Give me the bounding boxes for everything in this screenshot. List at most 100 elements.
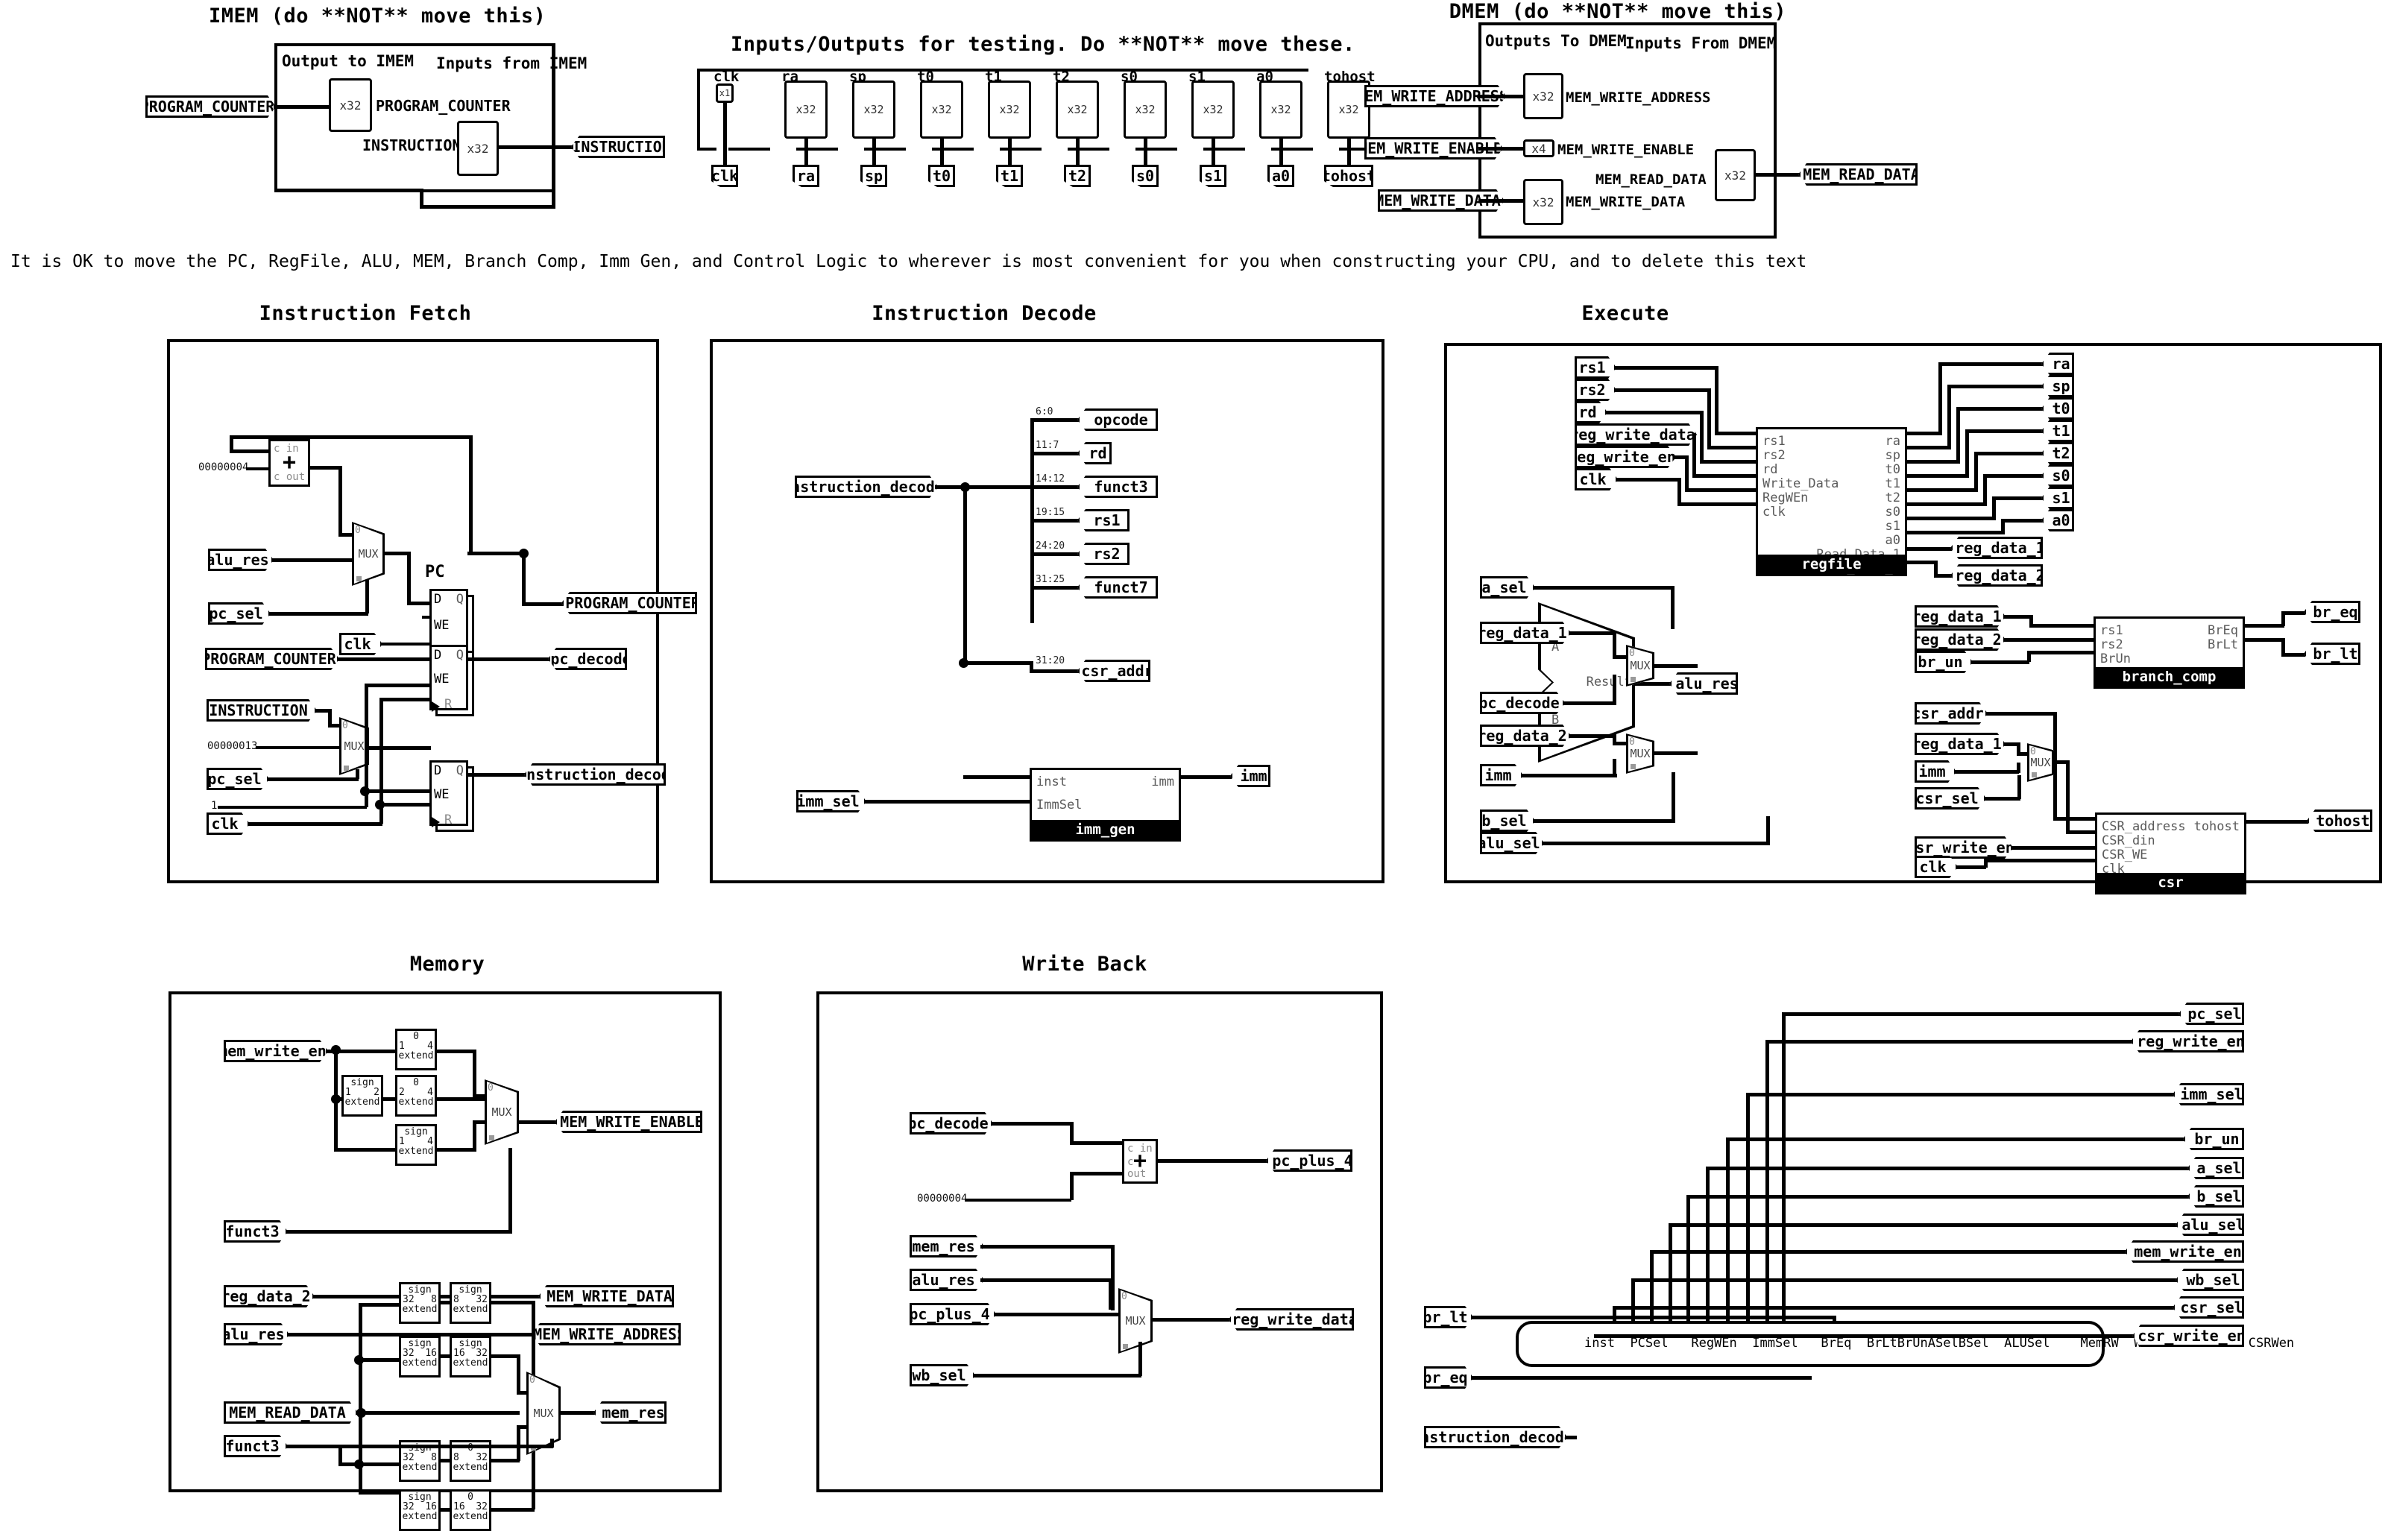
ctrl-out-tag-br_un[interactable]: br_un	[2183, 1128, 2244, 1150]
ctrl-out-tag-mem_write_en[interactable]: mem_write_en	[2125, 1240, 2244, 1263]
ctrl-out-tag-csr_sel[interactable]: csr_sel	[2173, 1296, 2244, 1319]
dmem-read-data-tag[interactable]: MEM_READ_DATA	[1798, 163, 1918, 186]
mem-read-data-tag[interactable]: MEM_READ_DATA	[224, 1401, 358, 1424]
br-lt-tag[interactable]: br_lt	[2304, 643, 2360, 665]
decode-field-tag-funct3[interactable]: funct3	[1077, 476, 1158, 498]
mem-write-en-tag[interactable]: mem_write_en	[224, 1040, 328, 1062]
mem-write-data-out-tag[interactable]: MEM_WRITE_DATA	[538, 1285, 674, 1307]
csr-imm-tag[interactable]: imm	[1915, 760, 1956, 783]
tohost-tag[interactable]: tohost	[2307, 810, 2372, 832]
imem-instruction-tag[interactable]: INSTRUCTION	[571, 136, 665, 158]
regfile-in-tag-rs2[interactable]: rs2	[1575, 379, 1616, 401]
csr-sel-tag[interactable]: csr_sel	[1915, 787, 1986, 810]
b-sel-tag[interactable]: b_sel	[1480, 810, 1535, 832]
fetch-program-counter-out-tag[interactable]: PROGRAM_COUNTER	[561, 592, 697, 614]
exec-imm-tag[interactable]: imm	[1480, 764, 1523, 786]
ctrl-instruction-decode-tag[interactable]: instruction_decode	[1424, 1426, 1567, 1448]
ctrl-br-lt-tag[interactable]: br_lt	[1424, 1306, 1473, 1328]
mem-write-address-out-tag[interactable]: MEM_WRITE_ADDRESS	[532, 1323, 681, 1345]
br-un-tag[interactable]: br_un	[1915, 651, 1973, 673]
ctrl-br-eq-tag[interactable]: br_eq	[1424, 1366, 1473, 1389]
reg-data-2-tag[interactable]: reg_data_2	[1950, 564, 2043, 587]
ctrl-out-tag-a_sel[interactable]: a_sel	[2187, 1157, 2244, 1179]
fetch-pc-decode-tag[interactable]: pc_decode	[548, 648, 627, 670]
ctrl-out-tag-alu_sel[interactable]: alu_sel	[2176, 1214, 2244, 1236]
io-col-tag-sp[interactable]: sp	[860, 165, 887, 187]
decode-instruction-decode-tag[interactable]: instruction_decode	[795, 476, 938, 498]
wb-mem-res-tag[interactable]: mem_res	[910, 1235, 984, 1257]
bc-reg-data-2-tag[interactable]: reg_data_2	[1915, 628, 2006, 651]
csr-reg-data-1-tag[interactable]: reg_data_1	[1915, 733, 2006, 755]
mem-res-tag[interactable]: mem_res	[593, 1401, 667, 1424]
decode-imm-sel-tag[interactable]: imm_sel	[796, 790, 866, 812]
csr-addr-tag-exec[interactable]: csr_addr	[1915, 702, 1988, 725]
exec-reg-data-1-tag[interactable]: reg_data_1	[1480, 622, 1571, 644]
io-col-tag-a0[interactable]: a0	[1267, 165, 1294, 187]
decode-field-tag-funct7[interactable]: funct7	[1077, 576, 1158, 599]
mem-alu-res-tag[interactable]: alu_res	[224, 1323, 289, 1345]
wb-alu-res-tag[interactable]: alu_res	[910, 1269, 984, 1291]
exec-pc-decode-tag[interactable]: pc_decode	[1480, 692, 1565, 714]
fetch-program-counter-in-tag[interactable]: PROGRAM_COUNTER	[205, 648, 339, 670]
dmem-wd-label: MEM_WRITE_DATA	[1566, 194, 1686, 210]
io-col-tag-tohost[interactable]: tohost	[1324, 165, 1373, 187]
exec-reg-data-2-tag[interactable]: reg_data_2	[1480, 725, 1571, 747]
mem-funct3-tag2[interactable]: funct3	[224, 1435, 288, 1457]
ctrl-out-tag-b_sel[interactable]: b_sel	[2187, 1185, 2244, 1208]
br-eq-tag[interactable]: br_eq	[2304, 601, 2360, 623]
alu-sel-tag[interactable]: alu_sel	[1480, 832, 1544, 854]
imm-gen-block-name: imm_gen	[1032, 820, 1179, 839]
regfile-in-tag-rs1[interactable]: rs1	[1575, 356, 1616, 379]
fetch-clk-tag[interactable]: clk	[339, 633, 382, 655]
a-sel-tag[interactable]: a_sel	[1480, 576, 1535, 599]
regfile-pin-sp: sp	[1885, 448, 1900, 463]
alu-res-tag[interactable]: alu_res	[1669, 672, 1738, 695]
wb-reg-write-data-tag[interactable]: reg_write_data	[1229, 1308, 1354, 1331]
mem-we-extend-2: 0 2 4 extend	[395, 1075, 437, 1117]
io-col-tag-t0[interactable]: t0	[928, 165, 955, 187]
regfile-in-tag-reg_write_en[interactable]: reg_write_en	[1575, 446, 1676, 468]
write-back-panel	[816, 991, 1383, 1492]
fetch-clk-tag2[interactable]: clk	[207, 812, 250, 835]
mem-funct3-tag[interactable]: funct3	[224, 1220, 288, 1243]
mem-write-enable-out-tag[interactable]: MEM_WRITE_ENABLE	[555, 1111, 702, 1133]
decode-imm-tag[interactable]: imm	[1230, 765, 1270, 787]
ctrl-out-tag-pc_sel[interactable]: pc_sel	[2179, 1003, 2244, 1025]
decode-field-tag-rs1[interactable]: rs1	[1077, 509, 1130, 531]
fetch-instruction-tag[interactable]: INSTRUCTION	[207, 699, 317, 722]
wb-pc-plus-4-out-tag[interactable]: pc_plus_4	[1266, 1149, 1352, 1172]
alu-a-mux-sel	[1631, 677, 1636, 682]
io-col-tag-t1[interactable]: t1	[996, 165, 1023, 187]
fetch-mux-sel-mark	[356, 576, 362, 581]
mem-rd-connect-7	[490, 1508, 535, 1512]
decode-field-tag-opcode[interactable]: opcode	[1077, 408, 1158, 431]
reg-data-1-tag[interactable]: reg_data_1	[1950, 537, 2043, 559]
ctrl-out-tag-wb_sel[interactable]: wb_sel	[2176, 1269, 2244, 1291]
fetch-instruction-decode-tag[interactable]: instruction_decode	[524, 763, 666, 786]
io-col-tag-t2[interactable]: t2	[1064, 165, 1091, 187]
wb-sel-tag[interactable]: wb_sel	[910, 1364, 975, 1386]
io-col-tag-ra[interactable]: ra	[793, 165, 819, 187]
ctrl-out-tag-imm_sel[interactable]: imm_sel	[2173, 1083, 2244, 1105]
bc-reg-data-1-tag[interactable]: reg_data_1	[1915, 605, 2006, 628]
ctrl-pin-breq: BrEq	[1821, 1336, 1852, 1351]
fetch-r-bottom	[379, 803, 432, 807]
fetch-pc-sel-tag[interactable]: pc_sel	[208, 602, 271, 625]
imem-program-counter-tag[interactable]: PROGRAM_COUNTER	[145, 95, 276, 118]
io-col-tag-s1[interactable]: s1	[1200, 165, 1226, 187]
decode-field-tag-rs2[interactable]: rs2	[1077, 543, 1130, 565]
io-col-tag-clk[interactable]: clk	[711, 165, 738, 187]
decode-csr-addr-tag[interactable]: csr_addr	[1077, 660, 1150, 682]
wb-pc-plus-4-tag[interactable]: pc_plus_4	[910, 1303, 996, 1325]
csr-write-en-tag[interactable]: csr_write_en	[1915, 836, 2013, 859]
mem-reg-data-2-tag[interactable]: reg_data_2	[224, 1285, 315, 1307]
wb-pc-decode-tag[interactable]: pc_decode	[910, 1112, 993, 1135]
regfile-in-tag-clk[interactable]: clk	[1575, 468, 1618, 490]
fetch-alu-res-tag[interactable]: alu_res	[208, 549, 274, 571]
ctrl-out-tag-csr_write_en[interactable]: csr_write_en	[2132, 1325, 2244, 1347]
fetch-pc-sel-tag2[interactable]: pc_sel	[207, 768, 269, 790]
ctrl-out-tag-reg_write_en[interactable]: reg_write_en	[2131, 1030, 2244, 1053]
regfile-in-tag-reg_write_data[interactable]: reg_write_data	[1575, 423, 1697, 446]
csr-clk-tag[interactable]: clk	[1915, 856, 1958, 878]
io-col-tag-s0[interactable]: s0	[1132, 165, 1159, 187]
